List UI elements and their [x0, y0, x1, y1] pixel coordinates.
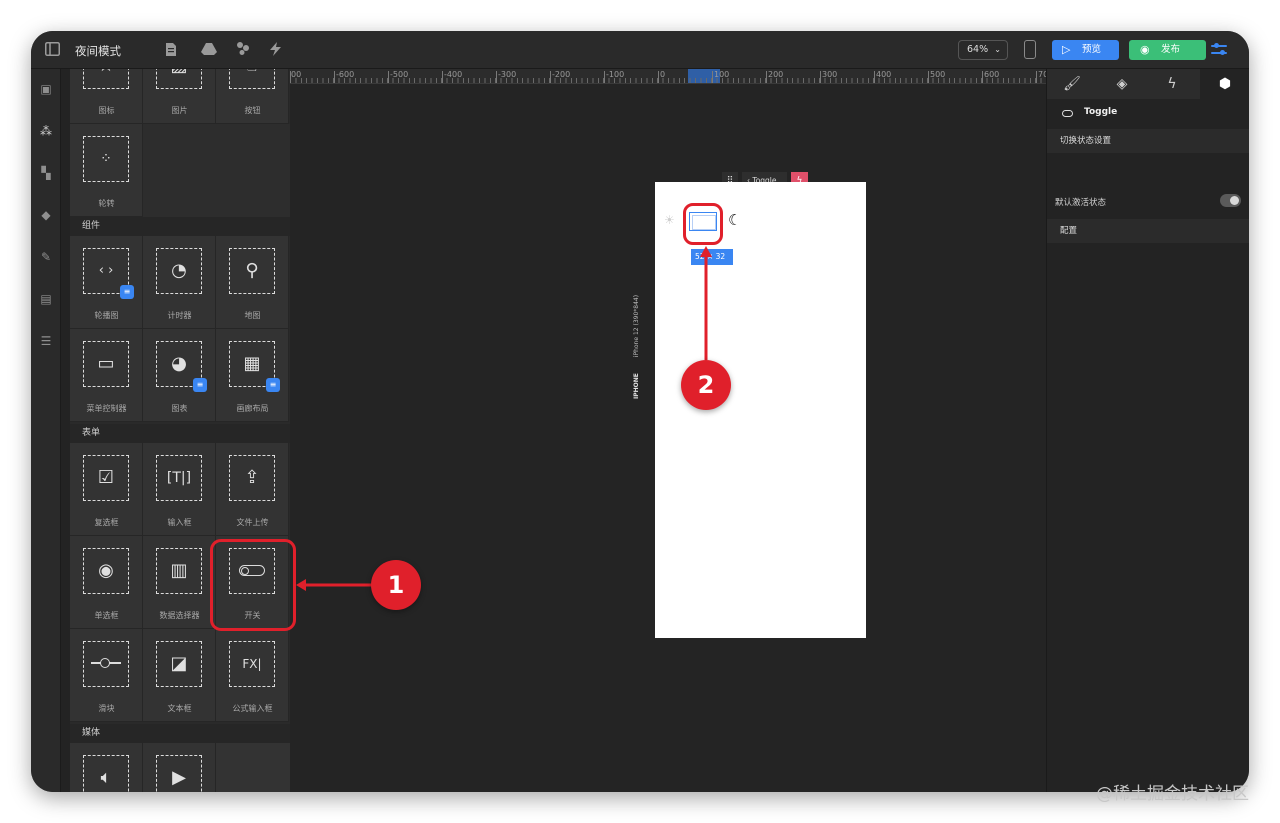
- section-media: 媒体: [70, 724, 290, 743]
- map-pin-icon: ⚲: [245, 260, 259, 281]
- database-icon: ≡: [193, 378, 207, 392]
- library-tile-audio[interactable]: 🔈︎: [70, 743, 143, 792]
- publish-label: 发布: [1161, 44, 1181, 55]
- step-1-badge: 1: [371, 560, 421, 610]
- zoom-select[interactable]: 64% ⌄: [958, 40, 1008, 60]
- checkbox-icon: ☑: [97, 467, 115, 488]
- library-tile-video[interactable]: ▶: [143, 743, 216, 792]
- upload-icon: ⇪: [244, 467, 260, 488]
- plugins-icon[interactable]: [236, 41, 251, 60]
- library-tile-image[interactable]: ▨ 图片: [143, 69, 216, 124]
- action-bolt-icon[interactable]: [267, 41, 285, 61]
- moon-icon: ☾: [728, 211, 742, 229]
- library-tile-carousel[interactable]: ⁘ 轮转: [70, 124, 143, 217]
- data-picker-icon: ▥: [170, 560, 188, 581]
- highlight-toggle-element: [683, 203, 723, 245]
- menu-controller-icon: ▭: [97, 353, 115, 374]
- default-active-row: 默认激活状态: [1047, 189, 1249, 215]
- settings-sliders-icon[interactable]: [1211, 41, 1227, 57]
- library-tile-menu-controller[interactable]: ▭ 菜单控制器: [70, 329, 143, 422]
- component-header: Toggle: [1047, 99, 1249, 128]
- group-toggle-settings[interactable]: 切换状态设置: [1047, 129, 1249, 153]
- section-components: 组件: [70, 217, 290, 236]
- app-window: 夜间模式 64% ⌄ ▷ 预览 ◉ 发布 ▣ ⁂ ▚ ◆ ✎ ▤ ☰ 图标 图片…: [31, 31, 1249, 792]
- phone-screen[interactable]: ☀ ☾ 52 × 32: [655, 182, 866, 638]
- left-icon-bar: ▣ ⁂ ▚ ◆ ✎ ▤ ☰: [31, 69, 61, 792]
- section-form: 表单: [70, 424, 290, 443]
- pin-icon[interactable]: ✎: [39, 251, 53, 264]
- library-tile-file-upload[interactable]: ⇪ 文件上传: [216, 443, 289, 536]
- arrow-step2: [700, 246, 712, 360]
- library-tile-formula[interactable]: FX| 公式输入框: [216, 629, 289, 722]
- device-model: iPhone 12 (390*844): [633, 294, 640, 358]
- step-2-badge: 2: [681, 360, 731, 410]
- chevron-down-icon: ⌄: [994, 45, 1001, 54]
- image-icon: ▨: [157, 69, 201, 88]
- device-label: IPHONE iPhone 12 (390*844): [633, 295, 640, 399]
- text-input-icon: [T|]: [166, 470, 192, 486]
- page-title: 夜间模式: [75, 44, 121, 58]
- speaker-icon: 🔈︎: [100, 767, 112, 788]
- sun-icon: ☀: [664, 213, 675, 227]
- eye-icon: ◉: [1140, 43, 1150, 56]
- component-name: Toggle: [1084, 107, 1118, 117]
- preview-button[interactable]: ▷ 预览: [1052, 40, 1119, 60]
- component-library: ☆ 图标 ▨ 图片 ☝ 按钮 ⁘ 轮转 组件 ‹ ›≡ 轮播图 ◔ 计时器 ⚲ …: [70, 69, 290, 792]
- tab-component-icon[interactable]: ⬢: [1200, 69, 1249, 99]
- library-tile-carousel-banner[interactable]: ‹ › ≡ 轮播图: [70, 236, 143, 329]
- component-box-icon[interactable]: ▣: [39, 83, 53, 96]
- sidebar-toggle-icon[interactable]: [45, 42, 60, 60]
- watermark: @稀土掘金技术社区: [1096, 784, 1249, 804]
- timer-icon: ◔: [171, 260, 187, 281]
- top-toolbar: 夜间模式 64% ⌄ ▷ 预览 ◉ 发布: [31, 31, 1249, 69]
- layers-icon[interactable]: ◆: [39, 209, 53, 222]
- library-tile-gallery[interactable]: ▦ ≡ 画廊布局: [216, 329, 289, 422]
- formula-icon: FX|: [242, 657, 262, 671]
- star-icon: ☆: [84, 69, 128, 88]
- library-tile-map[interactable]: ⚲ 地图: [216, 236, 289, 329]
- tab-layout-icon[interactable]: ◈: [1097, 69, 1147, 99]
- library-tile-data-picker[interactable]: ▥ 数据选择器: [143, 536, 216, 629]
- tab-actions-bolt-icon[interactable]: ϟ: [1147, 69, 1197, 99]
- library-tile-textarea[interactable]: ◪ 文本框: [143, 629, 216, 722]
- textarea-icon: ◪: [170, 653, 188, 674]
- default-active-label: 默认激活状态: [1055, 198, 1107, 208]
- library-tile-chart[interactable]: ◕ ≡ 图表: [143, 329, 216, 422]
- database-icon: ≡: [266, 378, 280, 392]
- pages-icon[interactable]: ▤: [39, 293, 53, 306]
- properties-panel: 🖌︎ ◈ ϟ ⬢ Toggle 切换状态设置 默认激活状态 配置: [1046, 69, 1249, 792]
- library-tile-icon[interactable]: ☆ 图标: [70, 69, 143, 124]
- drive-icon[interactable]: [201, 42, 217, 60]
- library-tile-radio[interactable]: ◉ 单选框: [70, 536, 143, 629]
- device-name: IPHONE: [633, 373, 640, 399]
- document-icon[interactable]: [165, 42, 177, 61]
- play-icon: ▷: [1062, 43, 1071, 56]
- horizontal-ruler: 00 -600 -500 -400 -300 -200 -100 0 100 2…: [290, 69, 1046, 84]
- database-icon: ≡: [120, 285, 134, 299]
- device-frame-icon[interactable]: [1024, 40, 1036, 59]
- library-tile-checkbox[interactable]: ☑ 复选框: [70, 443, 143, 536]
- library-tile-slider[interactable]: 滑块: [70, 629, 143, 722]
- pointer-icon: ☝: [230, 69, 274, 88]
- tab-style-brush-icon[interactable]: 🖌︎: [1047, 69, 1097, 99]
- publish-button[interactable]: ◉ 发布: [1129, 40, 1206, 60]
- zoom-value: 64%: [967, 44, 989, 55]
- data-icon[interactable]: ☰: [39, 335, 53, 348]
- library-tile-timer[interactable]: ◔ 计时器: [143, 236, 216, 329]
- library-tile-text-input[interactable]: [T|] 输入框: [143, 443, 216, 536]
- library-tile-button[interactable]: ☝ 按钮: [216, 69, 289, 124]
- spinner-icon: ⁘: [100, 151, 112, 167]
- highlight-toggle-tile: [210, 539, 296, 631]
- design-canvas[interactable]: 00 -600 -500 -400 -300 -200 -100 0 100 2…: [290, 69, 1046, 792]
- shapes-icon[interactable]: ⁂: [39, 125, 53, 138]
- slider-icon: [91, 658, 121, 668]
- toggle-icon: [1062, 110, 1073, 117]
- video-icon: ▶: [172, 767, 186, 788]
- properties-tabs: 🖌︎ ◈ ϟ ⬢: [1047, 69, 1249, 99]
- radio-icon: ◉: [98, 560, 114, 581]
- group-config[interactable]: 配置: [1047, 219, 1249, 243]
- default-active-switch[interactable]: [1220, 194, 1241, 207]
- blocks-icon[interactable]: ▚: [39, 167, 53, 180]
- preview-label: 预览: [1082, 44, 1102, 55]
